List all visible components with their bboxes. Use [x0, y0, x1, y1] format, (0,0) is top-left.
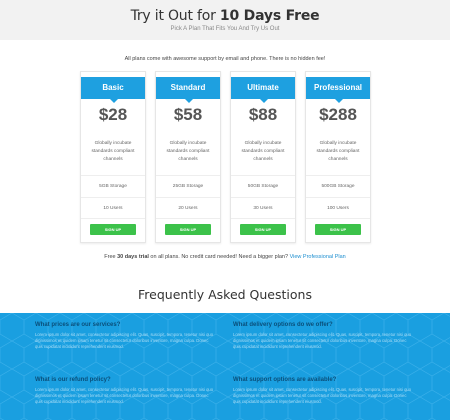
- faq-answer: Lorem ipsum dolor sit amet, consectetur …: [233, 332, 412, 349]
- faq-section: What prices are our services? Lorem ipsu…: [0, 313, 450, 420]
- trial-text-pre: Free: [104, 254, 118, 260]
- plan-card-standard: Standard $58 Globally incubate standards…: [155, 71, 221, 243]
- plan-description: Globally incubate standards compliant ch…: [241, 141, 285, 162]
- signup-button[interactable]: SIGN UP: [165, 224, 211, 235]
- plan-price: $88: [248, 105, 278, 124]
- plan-price: $288: [319, 105, 357, 124]
- plan-users: 30 Users: [231, 197, 295, 219]
- professional-plan-link[interactable]: View Professional Plan: [290, 254, 346, 260]
- plan-description: Globally incubate standards compliant ch…: [166, 141, 210, 162]
- page-subtitle: Pick A Plan That Fits You And Try Us Out: [170, 26, 280, 32]
- signup-button[interactable]: SIGN UP: [315, 224, 361, 235]
- plans-intro: All plans come with awesome support by e…: [124, 56, 326, 62]
- faq-item: What is our refund policy? Lorem ipsum d…: [35, 377, 215, 405]
- plan-storage: 50GB Storage: [231, 175, 295, 197]
- plan-price: $28: [98, 105, 128, 124]
- hero-banner: Try it Out for 10 Days Free Pick A Plan …: [0, 0, 450, 40]
- plan-name: Professional: [306, 77, 370, 103]
- faq-answer: Lorem ipsum dolor sit amet, consectetur …: [35, 387, 214, 404]
- faq-item: What delivery options do we offer? Lorem…: [233, 322, 413, 350]
- faq-item: What support options are available? Lore…: [233, 377, 413, 405]
- plan-storage: 25GB Storage: [156, 175, 220, 197]
- plan-storage: 5GB Storage: [81, 175, 145, 197]
- plan-name: Basic: [81, 77, 145, 103]
- faq-question: What prices are our services?: [35, 322, 121, 328]
- faq-title: Frequently Asked Questions: [138, 287, 312, 302]
- plan-storage: 500GB Storage: [306, 175, 370, 197]
- plan-users: 100 Users: [306, 197, 370, 219]
- plan-card-ultimate: Ultimate $88 Globally incubate standards…: [230, 71, 296, 243]
- plan-users: 20 Users: [156, 197, 220, 219]
- plan-card-professional: Professional $288 Globally incubate stan…: [305, 71, 371, 243]
- faq-item: What prices are our services? Lorem ipsu…: [35, 322, 215, 350]
- plan-name: Ultimate: [231, 77, 295, 103]
- faq-question: What support options are available?: [233, 377, 337, 383]
- plan-card-basic: Basic $28 Globally incubate standards co…: [80, 71, 146, 243]
- trial-text-bold: 30 days trial: [117, 254, 149, 260]
- faq-answer: Lorem ipsum dolor sit amet, consectetur …: [35, 332, 214, 349]
- pricing-table: Basic $28 Globally incubate standards co…: [80, 71, 371, 243]
- trial-note: Free 30 days trial on all plans. No cred…: [0, 254, 450, 260]
- faq-answer: Lorem ipsum dolor sit amet, consectetur …: [233, 387, 412, 404]
- plan-users: 10 Users: [81, 197, 145, 219]
- plan-description: Globally incubate standards compliant ch…: [91, 141, 135, 162]
- title-bold: 10 Days Free: [219, 8, 320, 24]
- plan-price: $58: [173, 105, 203, 124]
- signup-button[interactable]: SIGN UP: [90, 224, 136, 235]
- signup-button[interactable]: SIGN UP: [240, 224, 286, 235]
- plan-name: Standard: [156, 77, 220, 103]
- page-title: Try it Out for 10 Days Free: [0, 0, 450, 25]
- faq-question: What is our refund policy?: [35, 377, 111, 383]
- trial-text-mid: on all plans. No credit card needed! Nee…: [148, 254, 290, 260]
- plan-description: Globally incubate standards compliant ch…: [316, 141, 360, 162]
- title-prefix: Try it Out for: [130, 8, 220, 24]
- faq-question: What delivery options do we offer?: [233, 322, 333, 328]
